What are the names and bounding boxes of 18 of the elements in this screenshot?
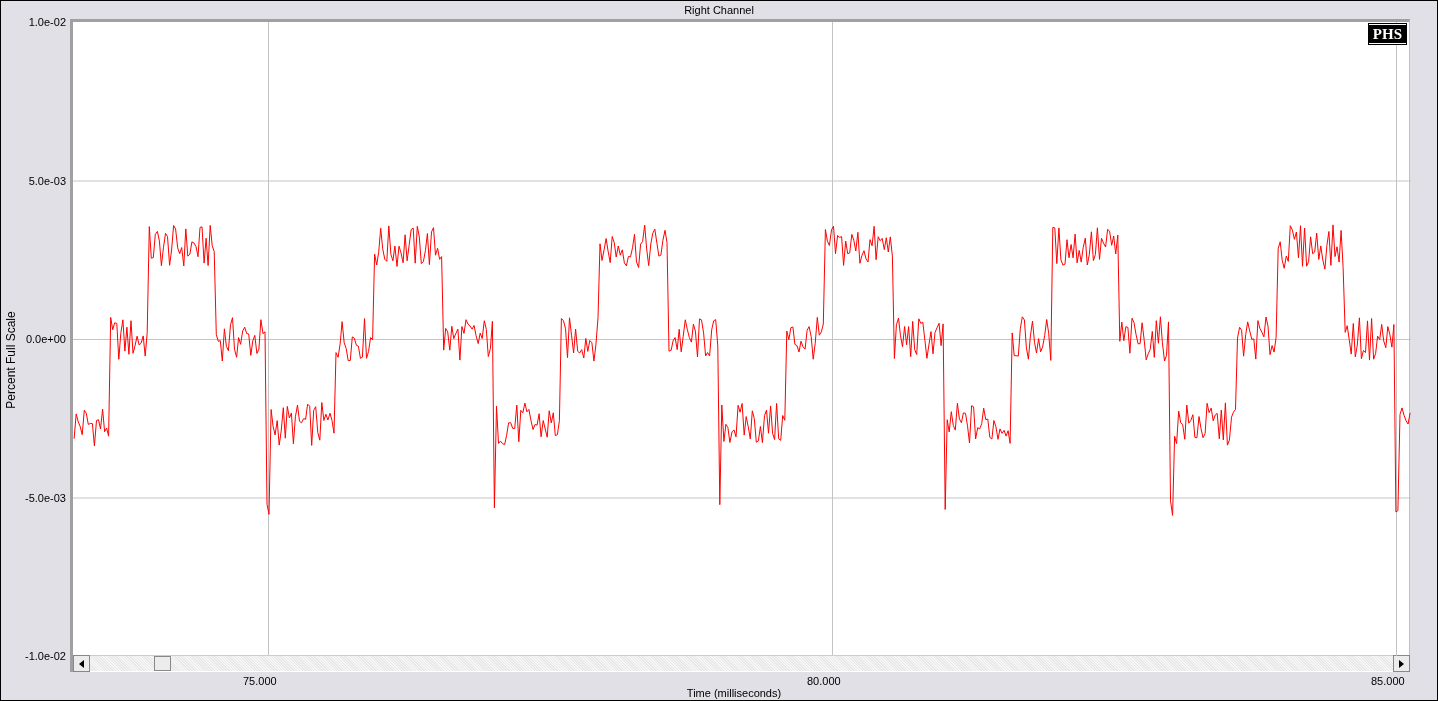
x-tick-label: 75.000 <box>243 675 277 688</box>
x-axis-label: Time (milliseconds) <box>685 687 783 699</box>
scroll-right-button[interactable] <box>1393 655 1410 672</box>
horizontal-scrollbar[interactable] <box>70 655 1410 672</box>
y-tick-label: 1.0e-02 <box>28 15 66 29</box>
left-triangle-icon <box>79 659 84 668</box>
scroll-left-button[interactable] <box>73 655 90 672</box>
scrollbar-thumb[interactable] <box>154 656 171 671</box>
y-tick-label: 5.0e-03 <box>28 173 66 188</box>
y-tick-label: -5.0e-03 <box>25 490 66 505</box>
logo: PHS <box>1368 24 1406 44</box>
right-triangle-icon <box>1399 659 1404 668</box>
x-tick-label: 85.000 <box>1371 675 1405 688</box>
y-tick-label: 0.0e+00 <box>25 332 66 346</box>
y-tick-label: -1.0e-02 <box>25 649 66 663</box>
x-tick-label: 80.000 <box>807 675 841 688</box>
y-axis-label: Percent Full Scale <box>4 310 18 409</box>
chart-title: Right Channel <box>683 3 755 18</box>
